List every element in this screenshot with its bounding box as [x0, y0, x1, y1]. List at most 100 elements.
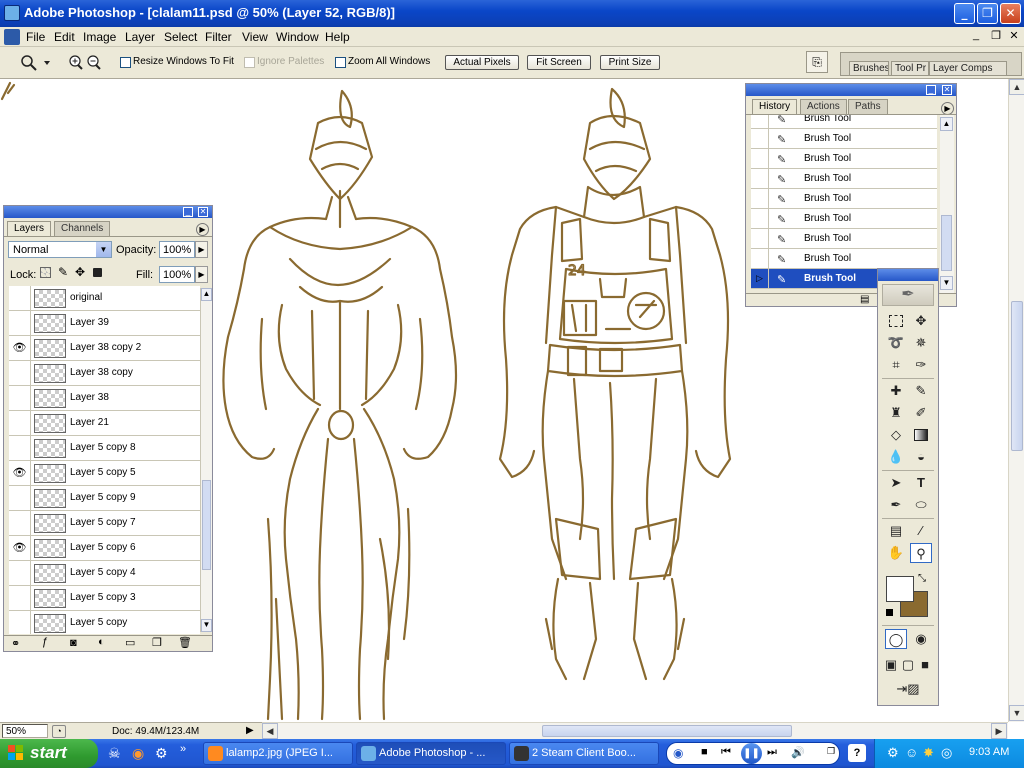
standard-mode-icon[interactable]: ◯ — [885, 629, 907, 649]
jump-to-imageready-icon[interactable]: ⇥▨ — [885, 679, 931, 699]
history-panel-minimize-icon[interactable]: _ — [926, 85, 936, 95]
history-source-box[interactable]: ▷ — [751, 269, 769, 289]
new-layer-icon[interactable]: ❐ — [152, 636, 162, 649]
status-info-icon[interactable]: ◔ — [52, 725, 66, 738]
opacity-input[interactable]: 100% — [159, 241, 195, 258]
tray-steam-icon[interactable]: ⚙ — [887, 745, 899, 761]
menu-help[interactable]: Help — [325, 30, 350, 44]
status-menu-arrow-icon[interactable]: ▶ — [246, 725, 254, 736]
well-tab-tool-presets[interactable]: Tool Pr — [891, 61, 929, 75]
file-browser-icon[interactable]: ⎘ — [806, 51, 828, 73]
blend-mode-select[interactable]: Normal ▼ — [8, 241, 112, 258]
zoom-level-field[interactable]: 50% — [2, 724, 48, 738]
tab-actions[interactable]: Actions — [800, 99, 847, 114]
adjustment-layer-icon[interactable]: ◐ — [98, 636, 105, 648]
history-source-box[interactable] — [751, 249, 769, 269]
actual-pixels-button[interactable]: Actual Pixels — [445, 55, 519, 70]
layers-scroll-thumb[interactable] — [202, 480, 211, 570]
doc-restore-button[interactable]: ❐ — [988, 29, 1004, 44]
pen-tool-icon[interactable]: ✒ — [885, 495, 907, 515]
default-colors-icon[interactable] — [886, 609, 893, 616]
restore-button[interactable]: ❐ — [977, 3, 998, 24]
eye-hidden-icon[interactable] — [9, 611, 31, 634]
eye-icon[interactable]: 👁 — [9, 461, 31, 486]
layer-row[interactable]: Layer 5 copy 8 — [9, 436, 200, 461]
media-logo-icon[interactable]: ◉ — [673, 746, 683, 760]
eye-hidden-icon[interactable] — [9, 411, 31, 436]
eye-hidden-icon[interactable] — [9, 511, 31, 536]
help-icon[interactable]: ? — [848, 744, 866, 762]
layer-row[interactable]: Layer 5 copy 4 — [9, 561, 200, 586]
layer-row[interactable]: Layer 38 — [9, 386, 200, 411]
scroll-down-arrow-icon[interactable]: ▼ — [1009, 705, 1024, 721]
layer-row[interactable]: Layer 5 copy 9 — [9, 486, 200, 511]
history-source-box[interactable] — [751, 209, 769, 229]
history-scroll-thumb[interactable] — [941, 215, 952, 271]
horizontal-scroll-thumb[interactable] — [542, 725, 792, 737]
history-source-box[interactable] — [751, 115, 769, 129]
lasso-tool-icon[interactable]: ➰ — [885, 333, 907, 353]
menu-window[interactable]: Window — [276, 30, 319, 44]
vertical-scroll-thumb[interactable] — [1011, 301, 1023, 451]
media-restore-icon[interactable]: ❐ — [827, 746, 835, 757]
previous-track-icon[interactable]: ⏮ — [721, 746, 731, 759]
menu-select[interactable]: Select — [164, 30, 197, 44]
eye-hidden-icon[interactable] — [9, 386, 31, 411]
history-brush-tool-icon[interactable]: ✐ — [910, 403, 932, 423]
horizontal-scrollbar[interactable]: ◀ ▶ — [262, 722, 1008, 739]
eye-icon[interactable]: 👁 — [9, 536, 31, 561]
layers-panel-minimize-icon[interactable]: _ — [183, 207, 193, 217]
zoom-in-icon[interactable] — [67, 54, 85, 72]
menu-edit[interactable]: Edit — [54, 30, 75, 44]
tab-channels[interactable]: Channels — [54, 221, 111, 236]
scroll-right-arrow-icon[interactable]: ▶ — [991, 723, 1007, 739]
zoom-out-icon[interactable] — [85, 54, 103, 72]
menu-view[interactable]: View — [242, 30, 268, 44]
taskbar-button-jpeg[interactable]: lalamp2.jpg (JPEG I... — [203, 742, 353, 765]
layer-row[interactable]: Layer 38 copy — [9, 361, 200, 386]
clone-stamp-tool-icon[interactable]: ♜ — [885, 403, 907, 423]
opacity-slider-arrow-icon[interactable]: ▶ — [195, 241, 208, 258]
well-tab-brushes[interactable]: Brushes — [849, 61, 889, 75]
new-snapshot-icon[interactable]: ▤ — [860, 294, 869, 305]
quick-mask-mode-icon[interactable]: ◉ — [910, 629, 932, 649]
lock-pixels-icon[interactable]: ✎ — [58, 265, 68, 279]
stop-icon[interactable]: ■ — [701, 746, 708, 758]
chevron-down-icon[interactable]: ▼ — [96, 242, 111, 257]
fill-input[interactable]: 100% — [159, 266, 195, 283]
foreground-color-swatch-top[interactable] — [886, 576, 914, 602]
history-panel-header[interactable]: _ ✕ — [746, 84, 956, 96]
start-button[interactable]: start — [0, 739, 98, 768]
history-scroll-up-icon[interactable]: ▲ — [940, 117, 953, 131]
gradient-tool-icon[interactable] — [910, 425, 932, 445]
full-screen-mode-icon[interactable]: ■ — [916, 655, 934, 675]
tray-network-icon[interactable]: ☺ — [905, 745, 918, 760]
slice-tool-icon[interactable]: ✑ — [910, 355, 932, 375]
tray-speaker-icon[interactable]: ◎ — [941, 745, 952, 761]
doc-minimize-button[interactable]: _ — [968, 29, 984, 44]
close-button[interactable]: ✕ — [1000, 3, 1021, 24]
ellipse-tool-icon[interactable]: ⬭ — [910, 495, 932, 515]
full-screen-menu-mode-icon[interactable]: ▢ — [899, 655, 917, 675]
taskbar-button-steam[interactable]: 2 Steam Client Boo... — [509, 742, 659, 765]
magic-wand-tool-icon[interactable]: ✵ — [910, 333, 932, 353]
notes-tool-icon[interactable]: ▤ — [885, 521, 907, 541]
feather-logo-icon[interactable]: ✒ — [882, 284, 934, 306]
quicklaunch-app2-icon[interactable]: ⚙ — [155, 745, 168, 762]
menu-filter[interactable]: Filter — [205, 30, 232, 44]
layers-scroll-up-icon[interactable]: ▲ — [201, 288, 212, 301]
history-state[interactable]: ✎ Brush Tool — [751, 249, 937, 269]
tab-paths[interactable]: Paths — [848, 99, 888, 114]
history-source-box[interactable] — [751, 229, 769, 249]
document-icon[interactable] — [4, 29, 20, 45]
layer-row[interactable]: Layer 5 copy 7 — [9, 511, 200, 536]
layers-panel-header[interactable]: _ ✕ — [4, 206, 212, 218]
layer-row[interactable]: Layer 39 — [9, 311, 200, 336]
move-tool-icon[interactable]: ✥ — [910, 311, 932, 331]
pause-button[interactable]: ❚❚ — [741, 743, 762, 764]
eye-hidden-icon[interactable] — [9, 561, 31, 586]
menu-file[interactable]: File — [26, 30, 45, 44]
eye-hidden-icon[interactable] — [9, 436, 31, 461]
zoom-all-windows-checkbox[interactable] — [335, 57, 346, 68]
resize-windows-checkbox[interactable] — [120, 57, 131, 68]
